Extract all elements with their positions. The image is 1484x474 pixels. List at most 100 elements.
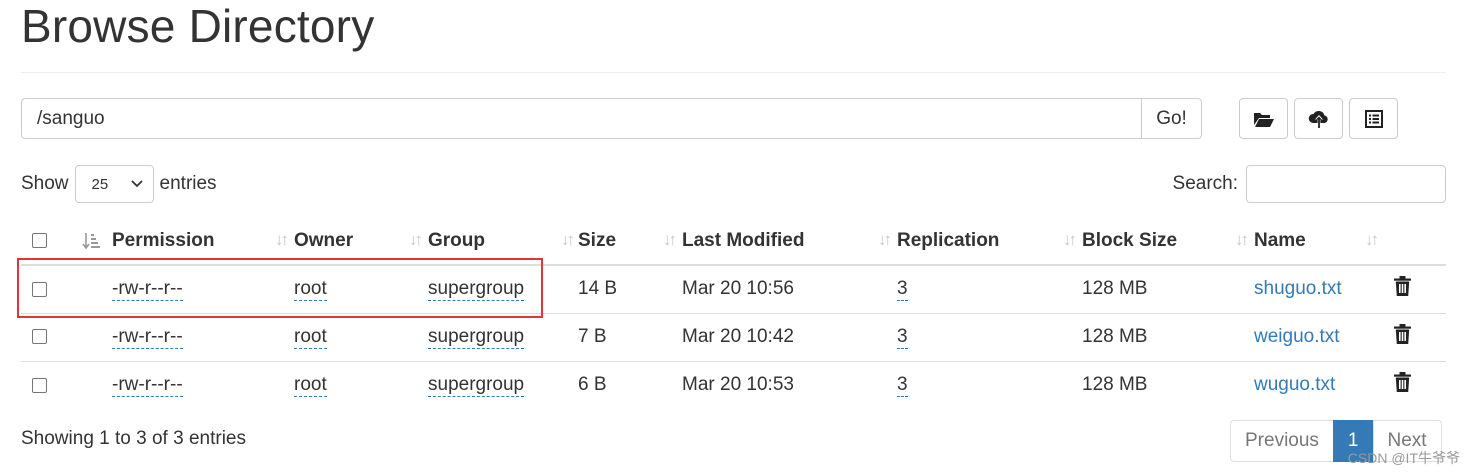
column-label: Block Size — [1082, 230, 1178, 251]
group-value[interactable]: supergroup — [428, 278, 525, 302]
folder-open-icon — [1253, 112, 1274, 127]
search-input[interactable] — [1246, 165, 1446, 203]
column-header-size[interactable]: Size ↓↑ — [578, 218, 682, 266]
search-label: Search: — [1172, 173, 1238, 194]
table-row: -rw-r--r-- root supergroup 14 B Mar 20 1… — [21, 265, 1446, 313]
owner-cell: root — [294, 360, 428, 409]
permission-cell: -rw-r--r-- — [112, 312, 294, 361]
path-bar: Go! — [21, 98, 1202, 139]
entries-length-control: Show 25 entries — [21, 165, 217, 203]
column-header-owner[interactable]: Owner ↓↑ — [294, 218, 428, 266]
replication-cell: 3 — [897, 360, 1082, 409]
file-table: Permission ↓↑ Owner ↓↑ Group ↓↑ Size ↓↑ Last… — [21, 218, 1446, 409]
cloud-upload-icon — [1308, 110, 1328, 128]
owner-value[interactable]: root — [294, 278, 327, 302]
group-cell: supergroup — [428, 265, 578, 313]
column-header-name[interactable]: Name ↓↑ — [1254, 218, 1394, 266]
row-checkbox[interactable] — [32, 377, 47, 393]
file-name-link[interactable]: weiguo.txt — [1254, 326, 1340, 347]
permission-cell: -rw-r--r-- — [112, 360, 294, 409]
sort-both-icon: ↓↑ — [663, 230, 677, 249]
row-select-cell — [21, 265, 69, 313]
list-icon — [1364, 109, 1383, 128]
column-header-replication[interactable]: Replication ↓↑ — [897, 218, 1082, 266]
trash-icon[interactable] — [1394, 276, 1411, 297]
watermark: CSDN @IT牛爷爷 — [1347, 450, 1460, 466]
owner-value[interactable]: root — [294, 374, 327, 398]
group-cell: supergroup — [428, 312, 578, 361]
column-header-permission[interactable]: Permission ↓↑ — [112, 218, 294, 266]
owner-value[interactable]: root — [294, 326, 327, 349]
size-cell: 6 B — [578, 360, 682, 409]
column-header-last-modified[interactable]: Last Modified ↓↑ — [682, 218, 897, 266]
table-header-row: Permission ↓↑ Owner ↓↑ Group ↓↑ Size ↓↑ Last… — [21, 218, 1446, 266]
entries-per-page-select[interactable]: 25 — [74, 165, 154, 203]
replication-value[interactable]: 3 — [897, 374, 908, 398]
column-label: Permission — [112, 230, 215, 251]
block-size-cell: 128 MB — [1082, 312, 1254, 361]
row-select-cell — [21, 360, 69, 409]
create-directory-button[interactable] — [1239, 98, 1288, 139]
row-checkbox[interactable] — [32, 329, 47, 345]
entries-per-page-value: 25 — [91, 175, 109, 193]
column-label: Name — [1254, 230, 1306, 251]
last-modified-cell: Mar 20 10:56 — [682, 278, 794, 300]
go-button[interactable]: Go! — [1141, 98, 1202, 139]
group-value[interactable]: supergroup — [428, 374, 525, 398]
replication-value[interactable]: 3 — [897, 278, 908, 302]
trash-icon[interactable] — [1394, 372, 1411, 393]
trash-icon[interactable] — [1394, 324, 1411, 344]
previous-page-button[interactable]: Previous — [1230, 420, 1334, 462]
size-cell: 14 B — [578, 278, 618, 300]
column-label: Owner — [294, 230, 354, 251]
permission-value[interactable]: -rw-r--r-- — [112, 374, 183, 398]
show-label: Show — [21, 173, 69, 194]
column-label: Replication — [897, 230, 1000, 251]
row-select-cell — [21, 312, 69, 361]
block-size-cell: 128 MB — [1082, 360, 1254, 409]
column-header-group[interactable]: Group ↓↑ — [428, 218, 578, 266]
cut-paste-button[interactable] — [1349, 98, 1398, 139]
directory-path-input[interactable] — [21, 98, 1141, 139]
group-value[interactable]: supergroup — [428, 326, 525, 349]
owner-cell: root — [294, 265, 428, 313]
upload-files-button[interactable] — [1294, 98, 1343, 139]
divider — [21, 72, 1446, 73]
sort-both-icon: ↓↑ — [1063, 230, 1077, 249]
file-name-link[interactable]: shuguo.txt — [1254, 278, 1342, 299]
file-name-link[interactable]: wuguo.txt — [1254, 374, 1335, 395]
permission-cell: -rw-r--r-- — [112, 265, 294, 313]
spacer-cell — [69, 312, 112, 361]
actions-cell — [1394, 312, 1446, 361]
replication-cell: 3 — [897, 312, 1082, 361]
group-cell: supergroup — [428, 360, 578, 409]
row-checkbox[interactable] — [32, 281, 47, 297]
actions-header — [1394, 218, 1446, 266]
select-all-checkbox[interactable] — [32, 233, 47, 249]
replication-value[interactable]: 3 — [897, 326, 908, 349]
name-cell: wuguo.txt — [1254, 360, 1394, 409]
sort-header[interactable] — [69, 218, 112, 266]
column-label: Last Modified — [682, 230, 805, 251]
name-cell: weiguo.txt — [1254, 312, 1394, 361]
permission-value[interactable]: -rw-r--r-- — [112, 326, 183, 349]
sort-both-icon: ↓↑ — [1235, 230, 1249, 249]
replication-cell: 3 — [897, 265, 1082, 313]
permission-value[interactable]: -rw-r--r-- — [112, 278, 183, 302]
sort-both-icon: ↓↑ — [275, 230, 289, 249]
owner-cell: root — [294, 312, 428, 361]
chevron-down-icon — [130, 180, 143, 188]
page-title: Browse Directory — [21, 0, 375, 52]
table-row: -rw-r--r-- root supergroup 6 B Mar 20 10… — [21, 360, 1446, 409]
block-size-cell: 128 MB — [1082, 278, 1148, 300]
sort-both-icon: ↓↑ — [409, 230, 423, 249]
select-all-header — [21, 218, 69, 266]
column-label: Size — [578, 230, 617, 251]
table-row: -rw-r--r-- root supergroup 7 B Mar 20 10… — [21, 312, 1446, 361]
spacer-cell — [69, 265, 112, 313]
last-modified-cell: Mar 20 10:42 — [682, 312, 897, 361]
size-cell: 7 B — [578, 312, 682, 361]
table-info: Showing 1 to 3 of 3 entries — [21, 428, 246, 449]
column-header-block-size[interactable]: Block Size ↓↑ — [1082, 218, 1254, 266]
sort-ascending-icon — [82, 232, 100, 250]
